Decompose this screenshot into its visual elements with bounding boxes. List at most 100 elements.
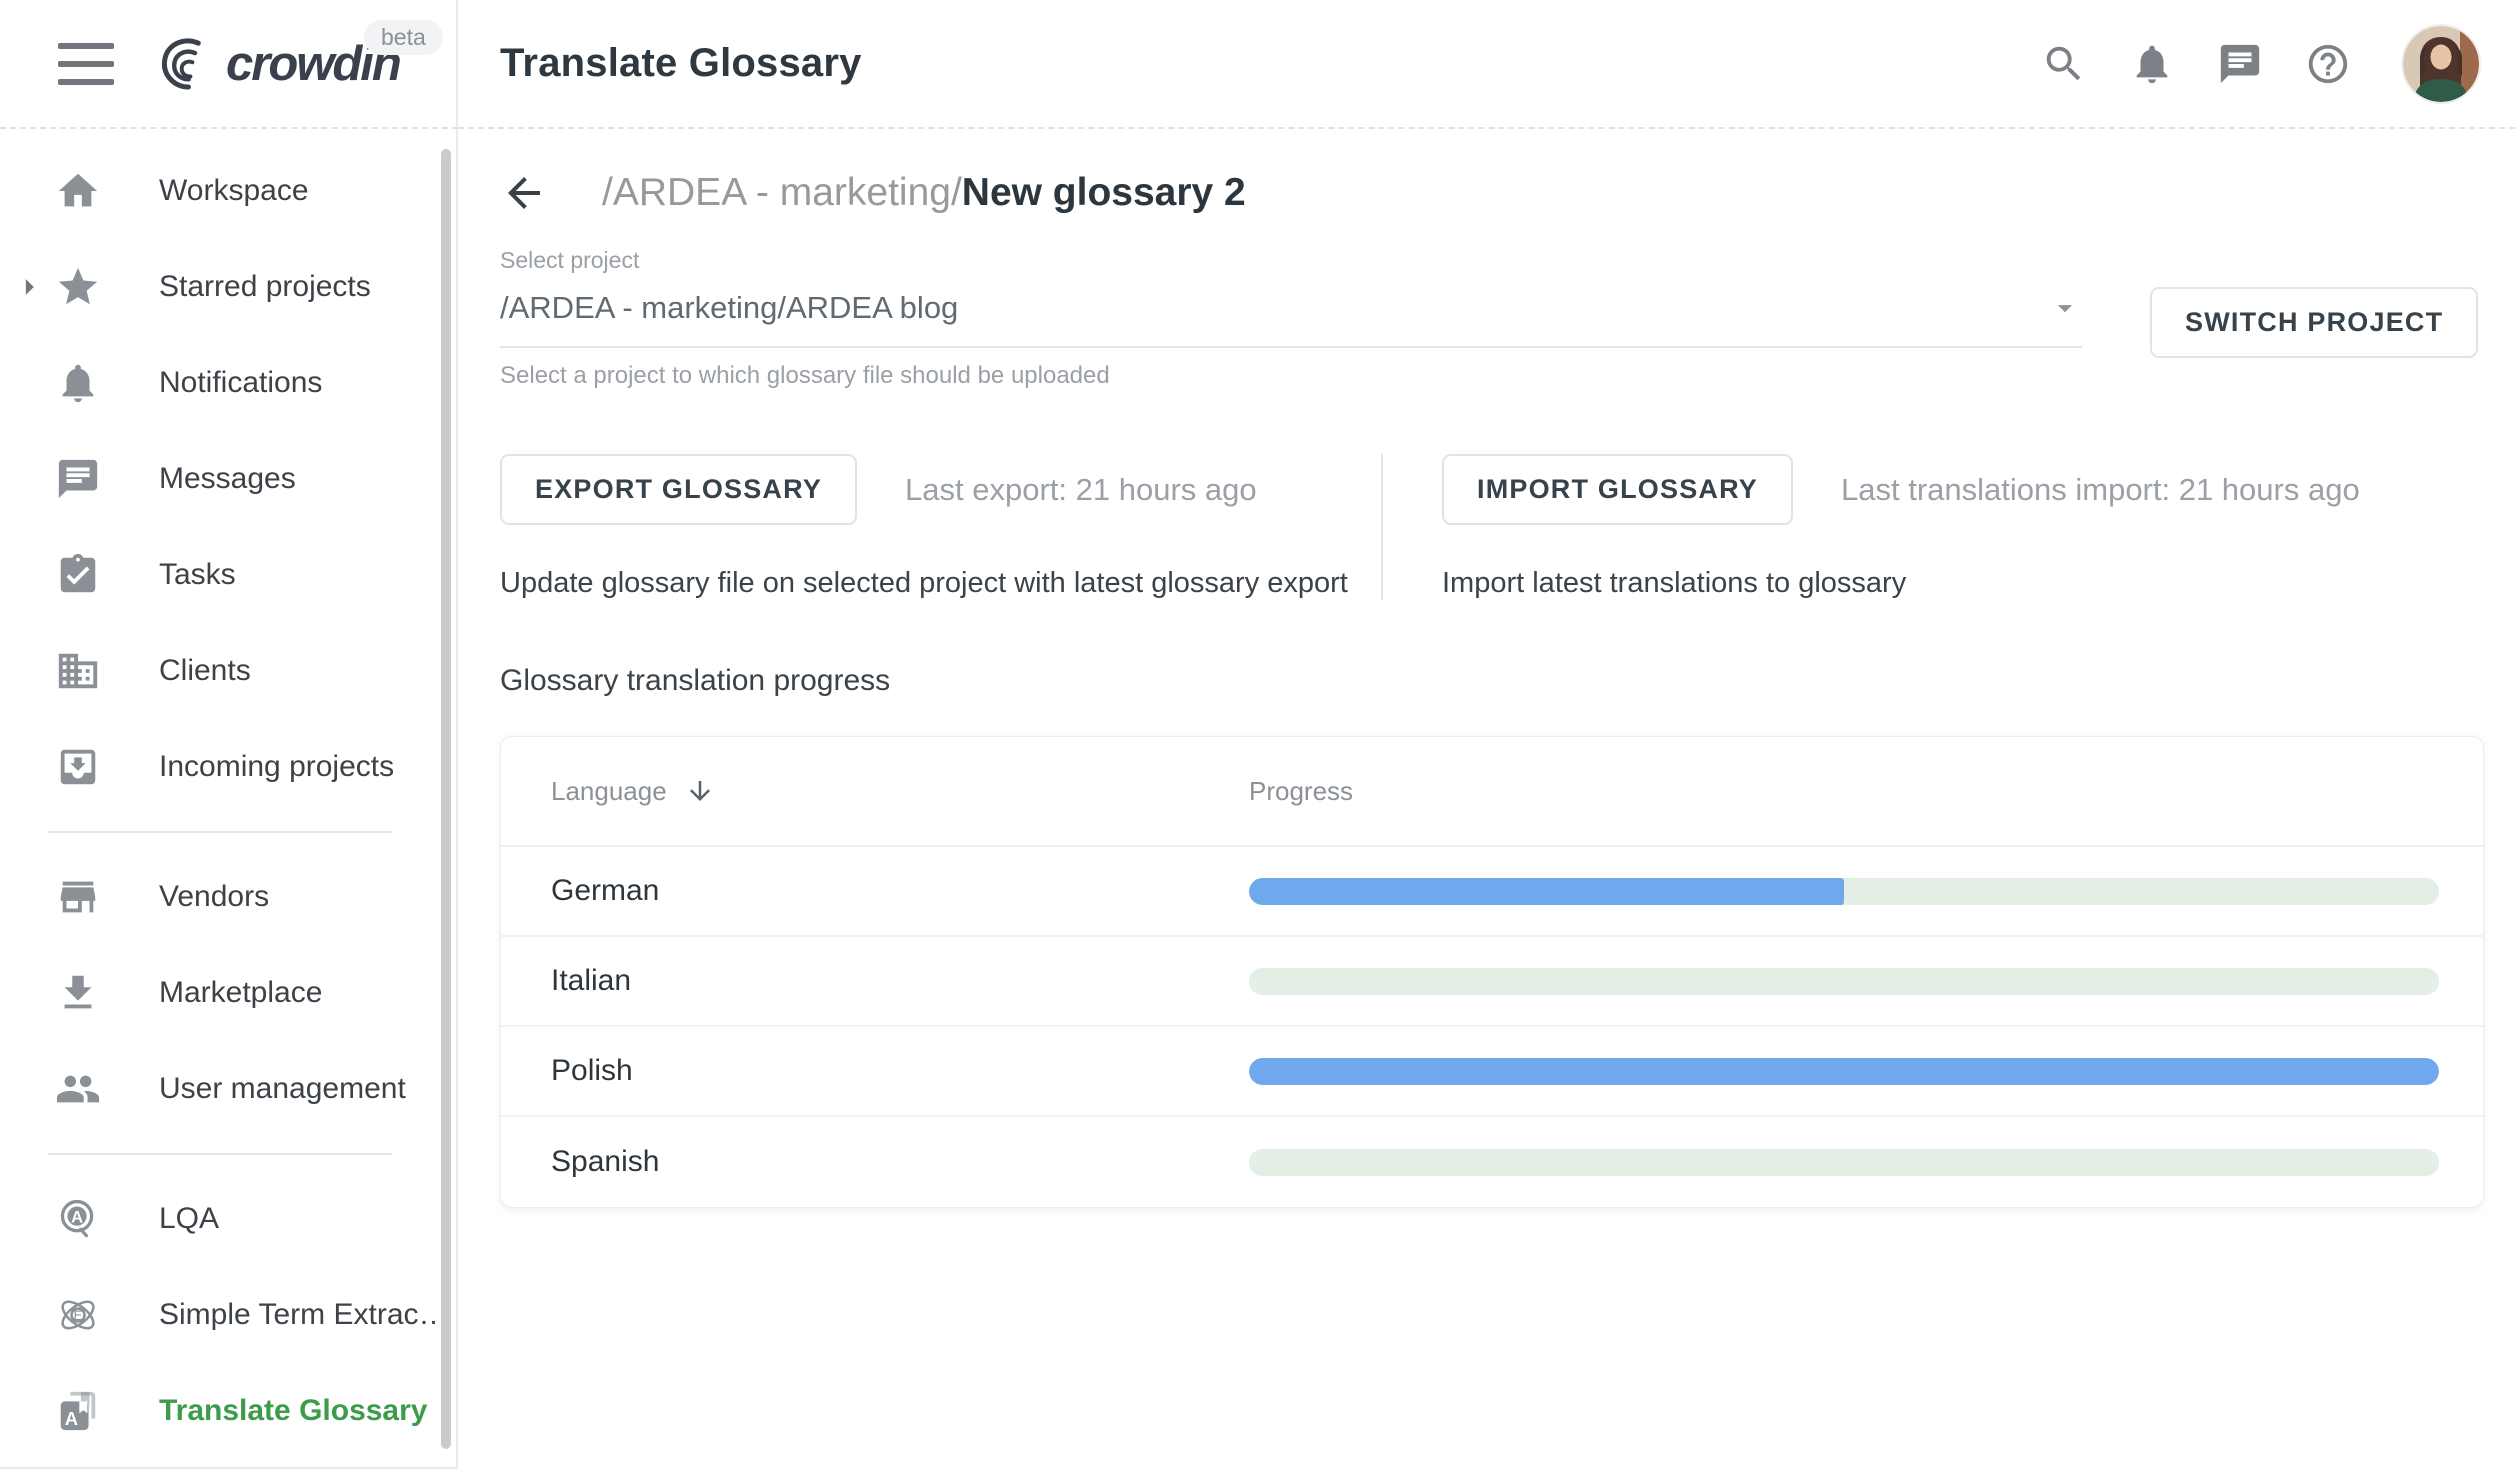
table-row: German <box>501 847 2483 937</box>
language-column-header[interactable]: Language <box>551 776 1249 807</box>
sidebar-item-tasks[interactable]: Tasks <box>0 527 456 623</box>
star-icon <box>55 264 101 310</box>
table-row: Spanish <box>501 1117 2483 1207</box>
sidebar-item-lqa[interactable]: A LQA <box>0 1171 456 1267</box>
import-section: IMPORT GLOSSARY Last translations import… <box>1381 454 2481 600</box>
crowdin-logo-icon <box>146 29 220 99</box>
export-status: Last export: 21 hours ago <box>905 472 1257 508</box>
table-row: Italian <box>501 937 2483 1027</box>
hamburger-menu-icon[interactable] <box>58 43 114 85</box>
export-glossary-button[interactable]: EXPORT GLOSSARY <box>500 454 857 525</box>
sidebar-item-marketplace[interactable]: Marketplace <box>0 945 456 1041</box>
notifications-bell-icon[interactable] <box>2129 41 2175 87</box>
topbar: Translate Glossary <box>458 0 2515 129</box>
progress-bar <box>1249 1149 2439 1176</box>
help-icon[interactable] <box>2305 41 2351 87</box>
dropdown-caret-icon <box>2048 291 2082 325</box>
sidebar: Workspace Starred projects Notifications Me… <box>0 129 458 1469</box>
sidebar-item-label: User management <box>159 1072 406 1106</box>
store-icon <box>55 874 101 920</box>
atom-icon: E <box>55 1292 101 1338</box>
progress-section-title: Glossary translation progress <box>500 664 2481 698</box>
lqa-icon: A <box>55 1196 101 1242</box>
download-icon <box>55 970 101 1016</box>
sidebar-item-label: Messages <box>159 462 296 496</box>
sidebar-item-label: Starred projects <box>159 270 371 304</box>
language-cell: German <box>551 874 1249 908</box>
import-description: Import latest translations to glossary <box>1442 567 2481 600</box>
tasks-icon <box>55 552 101 598</box>
svg-text:A: A <box>71 1208 83 1226</box>
progress-table-body: German Italian Polish Spanish <box>501 847 2483 1207</box>
sidebar-item-label: Notifications <box>159 366 322 400</box>
main-content: /ARDEA - marketing/New glossary 2 Select… <box>458 129 2515 1469</box>
sidebar-item-starred-projects[interactable]: Starred projects <box>0 239 456 335</box>
language-cell: Polish <box>551 1054 1249 1088</box>
brand-bar: crowdin beta <box>0 0 458 129</box>
messages-icon[interactable] <box>2217 41 2263 87</box>
sidebar-divider <box>48 831 392 833</box>
breadcrumb-text: /ARDEA - marketing/New glossary 2 <box>602 171 1246 215</box>
sort-descending-icon <box>685 776 715 806</box>
people-icon <box>55 1066 101 1112</box>
page-title: Translate Glossary <box>500 41 2041 86</box>
sidebar-item-messages[interactable]: Messages <box>0 431 456 527</box>
sidebar-item-workspace[interactable]: Workspace <box>0 143 456 239</box>
user-avatar[interactable] <box>2403 26 2479 102</box>
sidebar-item-notifications[interactable]: Notifications <box>0 335 456 431</box>
progress-bar <box>1249 968 2439 995</box>
sidebar-item-label: Clients <box>159 654 251 688</box>
back-arrow-icon[interactable] <box>500 169 548 217</box>
sidebar-item-label: Marketplace <box>159 976 322 1010</box>
chat-icon <box>55 456 101 502</box>
sidebar-item-simple-term-extrac[interactable]: E Simple Term Extrac… <box>0 1267 456 1363</box>
expand-caret-icon[interactable] <box>10 268 48 306</box>
sidebar-item-label: Translate Glossary <box>159 1394 427 1428</box>
progress-table: Language Progress German Italian Polish Spa… <box>500 736 2484 1208</box>
svg-text:A: A <box>65 1409 78 1429</box>
sidebar-item-incoming-projects[interactable]: Incoming projects <box>0 719 456 815</box>
progress-bar-fill <box>1249 878 1844 905</box>
project-selector-row: Select project /ARDEA - marketing/ARDEA … <box>500 247 2481 390</box>
search-icon[interactable] <box>2041 41 2087 87</box>
app: crowdin beta Translate Glossary <box>0 0 2515 1469</box>
breadcrumb-prefix[interactable]: /ARDEA - marketing/ <box>602 171 962 214</box>
project-select[interactable]: /ARDEA - marketing/ARDEA blog <box>500 290 2082 348</box>
home-icon <box>55 168 101 214</box>
sidebar-divider <box>48 1153 392 1155</box>
crowdin-logo[interactable]: crowdin <box>146 29 400 99</box>
sidebar-item-user-management[interactable]: User management <box>0 1041 456 1137</box>
table-row: Polish <box>501 1027 2483 1117</box>
translate-icon: A <box>55 1388 101 1434</box>
glossary-actions: EXPORT GLOSSARY Last export: 21 hours ag… <box>500 454 2481 600</box>
language-cell: Italian <box>551 964 1249 998</box>
inbox-icon <box>55 744 101 790</box>
sidebar-item-label: Simple Term Extrac… <box>159 1298 449 1332</box>
topbar-icons <box>2041 26 2479 102</box>
export-section: EXPORT GLOSSARY Last export: 21 hours ag… <box>500 454 1381 600</box>
import-status: Last translations import: 21 hours ago <box>1841 472 2360 508</box>
sidebar-item-label: Tasks <box>159 558 236 592</box>
bell-icon <box>55 360 101 406</box>
progress-bar <box>1249 878 2439 905</box>
sidebar-item-label: Workspace <box>159 174 309 208</box>
import-glossary-button[interactable]: IMPORT GLOSSARY <box>1442 454 1793 525</box>
sidebar-scrollbar[interactable] <box>441 149 451 1449</box>
sidebar-item-vendors[interactable]: Vendors <box>0 849 456 945</box>
breadcrumb-current: New glossary 2 <box>962 171 1246 214</box>
sidebar-item-label: LQA <box>159 1202 219 1236</box>
sidebar-item-clients[interactable]: Clients <box>0 623 456 719</box>
clients-icon <box>55 648 101 694</box>
sidebar-item-label: Vendors <box>159 880 269 914</box>
breadcrumb: /ARDEA - marketing/New glossary 2 <box>500 169 2481 217</box>
progress-table-header: Language Progress <box>501 737 2483 847</box>
language-cell: Spanish <box>551 1145 1249 1179</box>
sidebar-item-translate-glossary[interactable]: A Translate Glossary <box>0 1363 456 1459</box>
progress-bar <box>1249 1058 2439 1085</box>
sidebar-nav: Workspace Starred projects Notifications Me… <box>0 143 456 1459</box>
svg-text:E: E <box>74 1308 83 1323</box>
progress-column-header: Progress <box>1249 776 2439 807</box>
project-select-block: Select project /ARDEA - marketing/ARDEA … <box>500 247 2082 390</box>
sidebar-item-label: Incoming projects <box>159 750 394 784</box>
switch-project-button[interactable]: SWITCH PROJECT <box>2150 287 2478 358</box>
